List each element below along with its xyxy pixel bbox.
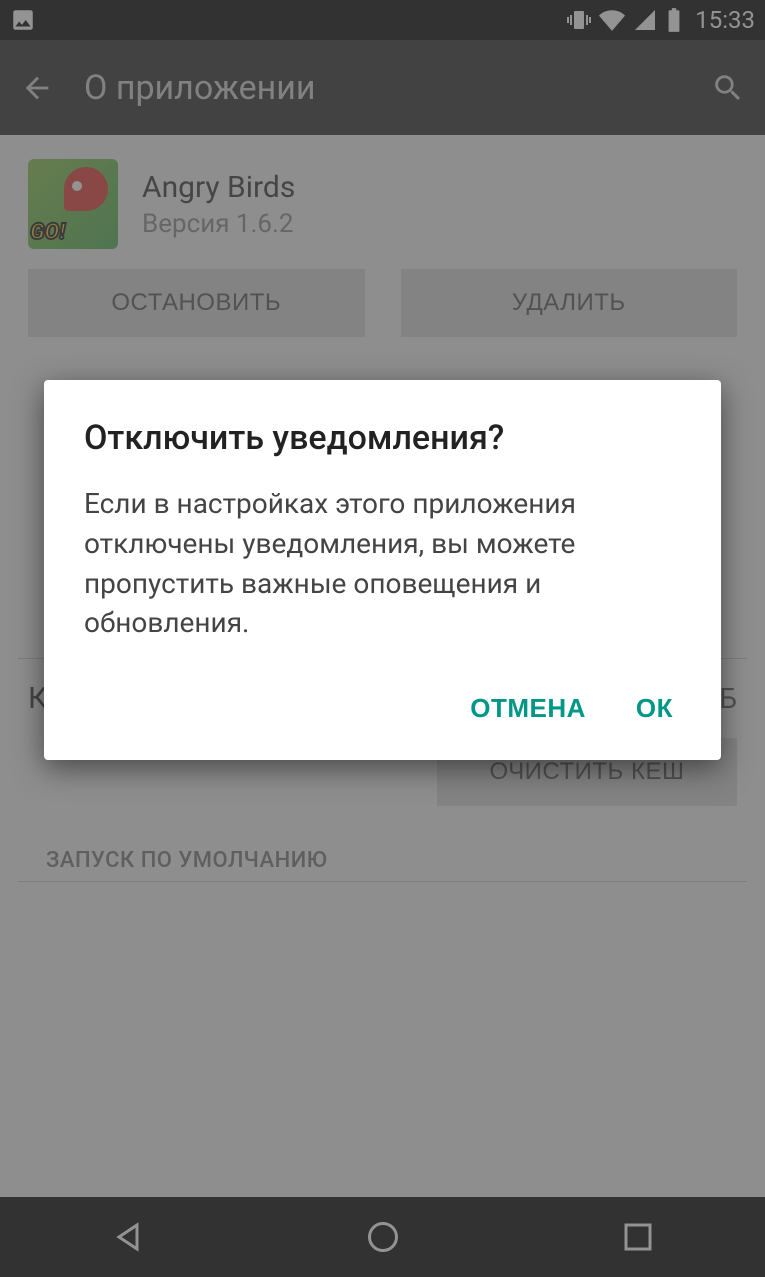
ok-button[interactable]: ОК (636, 693, 673, 724)
dialog-title: Отключить уведомления? (84, 418, 681, 458)
dialog-body: Если в настройках этого приложения отклю… (84, 484, 681, 643)
screen: 15:33 О приложении GO! Angry Birds Верси… (0, 0, 765, 1277)
confirm-dialog: Отключить уведомления? Если в настройках… (44, 380, 721, 760)
cancel-button[interactable]: ОТМЕНА (470, 693, 586, 724)
